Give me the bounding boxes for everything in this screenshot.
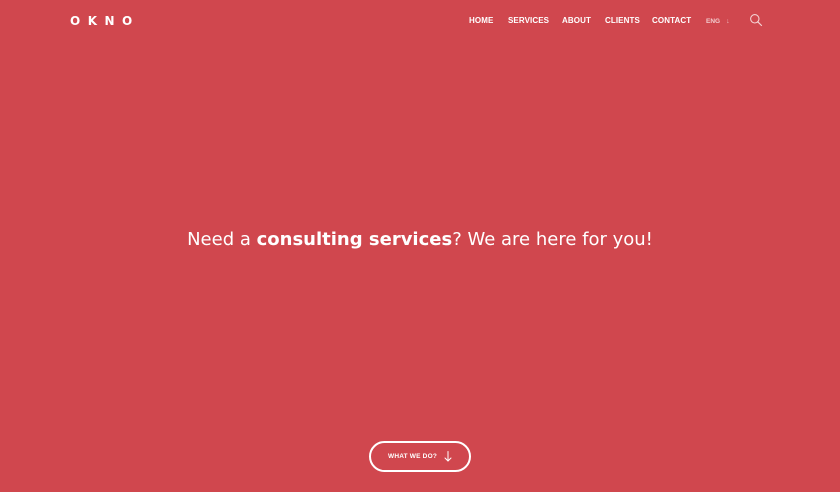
nav-item-about[interactable]: ABOUT [562,16,591,26]
what-we-do-button[interactable]: WHAT WE DO? [369,441,471,472]
nav-item-contact[interactable]: CONTACT [652,16,691,26]
cta-label: WHAT WE DO? [387,453,437,460]
language-selector[interactable]: ENG ↓ [706,17,730,26]
site-header: OKNO HOME SERVICES ABOUT CLIENTS CONTACT… [0,0,840,42]
hero-headline: Need a consulting services? We are here … [0,228,840,252]
site-logo[interactable]: OKNO [70,14,140,28]
nav-item-services[interactable]: SERVICES [508,16,549,26]
language-label: ENG [706,18,721,25]
arrow-down-icon [444,451,452,462]
search-icon[interactable] [749,13,763,27]
nav-item-clients[interactable]: CLIENTS [605,16,640,26]
chevron-down-icon: ↓ [726,18,730,25]
nav-item-home[interactable]: HOME [469,16,493,26]
hero-text-before: Need a [187,229,257,250]
hero-text-bold: consulting services [256,229,453,250]
hero-text-after: ? We are here for you! [452,229,653,250]
